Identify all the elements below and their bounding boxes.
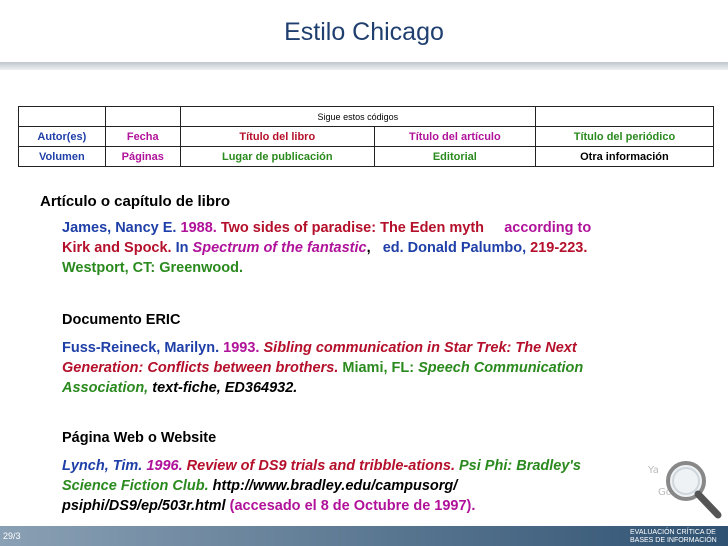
search-magnifier-logo: Ya Google [647, 461, 722, 519]
ex3-year: 1996. [146, 458, 183, 474]
code-pages: Páginas [104, 146, 181, 167]
citation-eric: Documento ERIC [62, 310, 672, 330]
ex3-title: Review of DS9 trials and tribble-ations. [186, 458, 455, 474]
slide-number: 29/3 [3, 531, 21, 541]
ex1-editor: ed. Donald Palumbo, [382, 240, 527, 256]
ex3-url-1: http://www.bradley.edu/campusorg/ [212, 478, 458, 494]
code-journal-title: Título del periódico [534, 126, 715, 147]
svg-text:Ya: Ya [647, 465, 659, 476]
ex1-article-2: according to [504, 220, 592, 236]
footer-logo-line-2: BASES DE INFORMACIÓN [630, 537, 717, 544]
ex3-url-2: psiphi/DS9/ep/503r.html [62, 498, 226, 514]
ex2-other: text-fiche, ED364932. [152, 380, 298, 396]
ex1-article: Two sides of paradise: The Eden myth [220, 220, 485, 236]
citation-web-body: Lynch, Tim. 1996. Review of DS9 trials a… [62, 456, 672, 516]
citation-web: Página Web o Website [62, 428, 672, 448]
ex3-heading: Página Web o Website [62, 430, 217, 446]
ex1-in: In [175, 240, 189, 256]
ex2-publisher-1: Speech Communication [418, 360, 584, 376]
ex1-place: Westport, CT: [62, 260, 156, 276]
code-author: Autor(es) [18, 126, 106, 147]
ex1-author: James, Nancy E. [62, 220, 177, 236]
section-heading: Artículo o capítulo de libro [40, 193, 231, 210]
code-publisher: Editorial [373, 146, 536, 167]
ex2-title-2: Generation: Conflicts between brothers. [62, 360, 339, 376]
ex1-publisher: Greenwood. [159, 260, 244, 276]
code-book-title: Título del libro [179, 126, 375, 147]
ex1-book: Spectrum of the fantastic [192, 240, 367, 256]
ex2-heading: Documento ERIC [62, 312, 181, 328]
code-article-title: Título del artículo [373, 126, 536, 147]
code-other: Otra información [534, 146, 715, 167]
footer-logo-line-1: EVALUACIÓN CRÍTICA DE [630, 529, 716, 536]
title-divider [0, 62, 728, 70]
ex3-journal-1: Psi Phi: Bradley's [459, 458, 581, 474]
citation-article: James, Nancy E. 1988. Two sides of parad… [62, 218, 672, 278]
ex1-article-3: Kirk and Spock. [62, 240, 172, 256]
code-volume: Volumen [18, 146, 106, 167]
ex2-publisher-2: Association, [62, 380, 149, 396]
ex1-year: 1988. [180, 220, 217, 236]
ex3-accessed: (accesado el 8 de Octubre de 1997). [229, 498, 476, 514]
code-date: Fecha [104, 126, 181, 147]
slide-title: Estilo Chicago [284, 18, 444, 46]
ex1-pages: 219-223. [530, 240, 588, 256]
code-place: Lugar de publicación [179, 146, 375, 167]
footer-bar [0, 526, 728, 546]
codes-header: Sigue estos códigos [179, 106, 536, 127]
citation-eric-body: Fuss-Reineck, Marilyn. 1993. Sibling com… [62, 338, 672, 398]
codes-table: Sigue estos códigos Autor(es) Fecha Títu… [18, 106, 715, 167]
footer-logo-text: EVALUACIÓN CRÍTICA DE BASES DE INFORMACI… [630, 529, 717, 545]
ex2-year: 1993. [223, 340, 260, 356]
ex1-comma: , [366, 240, 371, 256]
ex2-author: Fuss-Reineck, Marilyn. [62, 340, 220, 356]
ex2-title-1: Sibling communication in Star Trek: The … [263, 340, 577, 356]
ex3-journal-2: Science Fiction Club. [62, 478, 209, 494]
ex2-place: Miami, FL: [342, 360, 415, 376]
ex3-author: Lynch, Tim. [62, 458, 143, 474]
